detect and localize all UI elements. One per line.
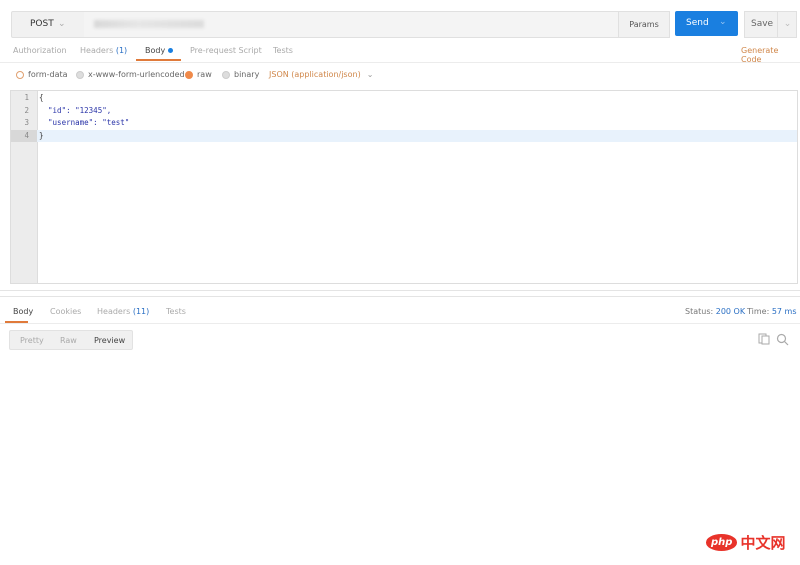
radio-icon <box>76 70 84 79</box>
divider <box>0 62 800 63</box>
modified-dot-icon <box>167 48 173 53</box>
send-button[interactable]: Send ⌄ <box>675 11 738 36</box>
radio-icon <box>16 70 24 79</box>
format-preview[interactable]: Preview <box>94 336 125 345</box>
code-line: { <box>39 93 44 102</box>
tab-authorization[interactable]: Authorization <box>13 46 67 55</box>
radio-urlencoded[interactable]: x-www-form-urlencoded <box>76 70 185 79</box>
time: Time: 57 ms <box>747 307 797 316</box>
response-panel: Body Cookies Headers (11) Tests Status: … <box>0 296 800 565</box>
format-pretty[interactable]: Pretty <box>20 336 44 345</box>
status: Status: 200 OK <box>685 307 746 316</box>
send-dropdown-icon[interactable]: ⌄ <box>719 10 727 35</box>
save-button[interactable]: Save ⌄ <box>744 11 797 38</box>
response-tab-cookies[interactable]: Cookies <box>50 307 81 316</box>
tab-headers[interactable]: Headers (1) <box>80 46 127 55</box>
response-tab-tests[interactable]: Tests <box>166 307 186 316</box>
radio-binary[interactable]: binary <box>222 70 259 79</box>
watermark-logo: php 中文网 <box>706 532 785 553</box>
search-icon[interactable] <box>776 333 789 346</box>
method-select[interactable]: POST ⌄ <box>11 11 85 38</box>
save-dropdown-icon[interactable]: ⌄ <box>777 12 797 37</box>
body-editor[interactable]: 1 2 3 4 { "id": "12345", "username": "te… <box>10 90 798 284</box>
response-tab-headers[interactable]: Headers (11) <box>97 307 149 316</box>
line-number: 2 <box>24 106 29 115</box>
line-number: 4 <box>24 131 29 140</box>
radio-selected-icon <box>185 70 193 79</box>
chevron-down-icon: ⌄ <box>366 70 374 79</box>
url-input[interactable] <box>84 11 619 38</box>
code-line: "username": "test" <box>39 118 130 127</box>
line-number: 1 <box>24 93 29 102</box>
request-panel: POST ⌄ Params Send ⌄ Save ⌄ Authorization H… <box>0 0 800 291</box>
save-label: Save <box>751 19 774 29</box>
code-line: } <box>39 131 44 140</box>
content-type-select[interactable]: JSON (application/json) ⌄ <box>269 70 373 79</box>
divider <box>0 323 800 324</box>
active-line-highlight <box>11 130 797 142</box>
radio-raw[interactable]: raw <box>185 70 212 79</box>
method-label: POST <box>30 19 54 29</box>
radio-icon <box>222 70 230 79</box>
params-button[interactable]: Params <box>618 11 670 38</box>
code-line: "id": "12345", <box>39 106 112 115</box>
chevron-down-icon: ⌄ <box>58 19 66 29</box>
tab-body[interactable]: Body <box>145 46 173 55</box>
response-tab-body[interactable]: Body <box>13 307 33 316</box>
format-toggle: Pretty Raw Preview <box>9 330 133 350</box>
line-number: 3 <box>24 118 29 127</box>
tab-pre-request-script[interactable]: Pre-request Script <box>190 46 262 55</box>
copy-icon[interactable] <box>758 333 770 345</box>
radio-form-data[interactable]: form-data <box>16 70 68 79</box>
tab-tests[interactable]: Tests <box>273 46 293 55</box>
active-tab-underline <box>136 59 181 61</box>
url-blurred <box>94 20 204 28</box>
send-label: Send <box>686 18 709 28</box>
format-raw[interactable]: Raw <box>60 336 77 345</box>
